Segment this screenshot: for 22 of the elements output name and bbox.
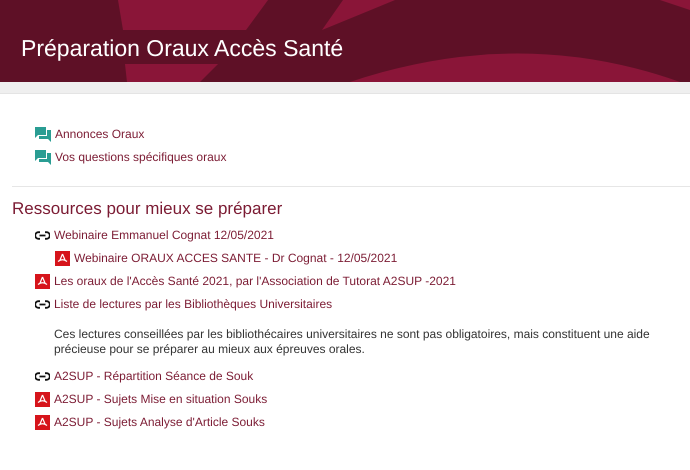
resource-link[interactable]: Les oraux de l'Accès Santé 2021, par l'Association de Tutorat A2SUP -2021 — [54, 274, 456, 288]
resource-link[interactable]: Webinaire Emmanuel Cognat 12/05/2021 — [54, 228, 274, 242]
link-icon — [35, 230, 50, 240]
section-title: Ressources pour mieux se préparer — [12, 199, 282, 219]
forum-link[interactable]: Vos questions spécifiques oraux — [55, 150, 226, 164]
resource-link[interactable]: Liste de lectures par les Bibliothèques Universitaires — [54, 297, 332, 311]
pdf-icon — [35, 274, 50, 288]
chat-icon — [35, 126, 51, 142]
page-title: Préparation Oraux Accès Santé — [21, 34, 344, 62]
chat-icon — [35, 150, 51, 164]
resource-description: Ces lectures conseillées par les bibliothécaires universitaires ne sont pas obligatoires, mais constituent une aide précieuse pour se préparer au mieux aux épreuves orales. — [54, 327, 651, 357]
resource-link[interactable]: A2SUP - Sujets Mise en situation Souks — [54, 392, 268, 406]
resource-link[interactable]: A2SUP - Sujets Analyse d'Article Souks — [54, 415, 265, 429]
link-icon — [35, 372, 50, 380]
pdf-icon — [35, 414, 50, 430]
pdf-icon — [35, 392, 50, 406]
forum-link[interactable]: Annonces Oraux — [55, 127, 144, 141]
decorative-shape — [660, 0, 690, 10]
pdf-icon — [55, 250, 70, 266]
link-icon — [35, 300, 50, 308]
resource-link[interactable]: Webinaire ORAUX ACCES SANTE - Dr Cognat - 12/05/2021 — [74, 251, 398, 265]
resource-link[interactable]: A2SUP - Répartition Séance de Souk — [54, 369, 254, 383]
